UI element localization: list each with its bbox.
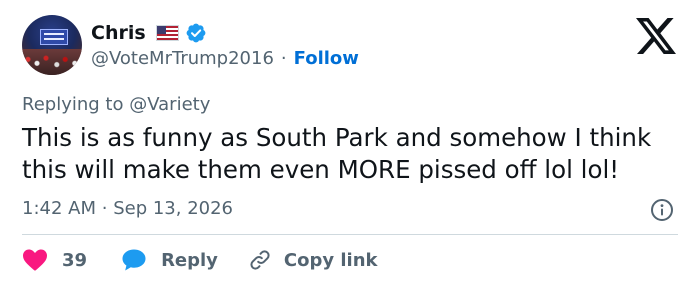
tweet-time: 1:42 AM bbox=[22, 198, 96, 219]
follow-button[interactable]: Follow bbox=[294, 47, 359, 71]
avatar-stage-graphic bbox=[40, 29, 68, 45]
copy-link-label: Copy link bbox=[283, 249, 378, 271]
like-count: 39 bbox=[62, 249, 88, 271]
heart-icon bbox=[23, 249, 47, 271]
avatar[interactable] bbox=[22, 15, 82, 75]
speech-bubble-icon bbox=[122, 249, 146, 271]
action-bar: 39 Reply Copy link bbox=[22, 246, 378, 274]
divider bbox=[22, 234, 678, 235]
author-handle[interactable]: @VoteMrTrump2016 bbox=[91, 47, 274, 71]
verified-badge-icon bbox=[186, 23, 206, 43]
tweet-date: Sep 13, 2026 bbox=[113, 198, 234, 219]
like-button[interactable]: 39 bbox=[22, 248, 87, 272]
handle-separator: · bbox=[280, 48, 287, 69]
author-name[interactable]: Chris bbox=[91, 20, 146, 46]
author-handle-row: @VoteMrTrump2016 · Follow bbox=[91, 47, 359, 71]
link-icon bbox=[250, 250, 270, 270]
replying-to: Replying to @Variety bbox=[22, 93, 210, 117]
avatar-crowd-graphic bbox=[22, 49, 82, 75]
replying-to-prefix: Replying to bbox=[22, 94, 124, 115]
tweet-timestamp[interactable]: 1:42 AM · Sep 13, 2026 bbox=[22, 196, 233, 222]
tweet-text: This is as funny as South Park and someh… bbox=[22, 123, 652, 184]
author-name-row: Chris bbox=[91, 20, 207, 46]
copy-link-button[interactable]: Copy link bbox=[248, 248, 378, 272]
reply-button[interactable]: Reply bbox=[121, 248, 218, 272]
x-logo-icon[interactable] bbox=[636, 18, 676, 54]
info-icon[interactable] bbox=[650, 198, 674, 222]
replying-to-handle[interactable]: @Variety bbox=[129, 94, 210, 115]
timestamp-separator: · bbox=[101, 198, 108, 219]
reply-label: Reply bbox=[161, 249, 218, 271]
us-flag-icon bbox=[155, 25, 179, 41]
